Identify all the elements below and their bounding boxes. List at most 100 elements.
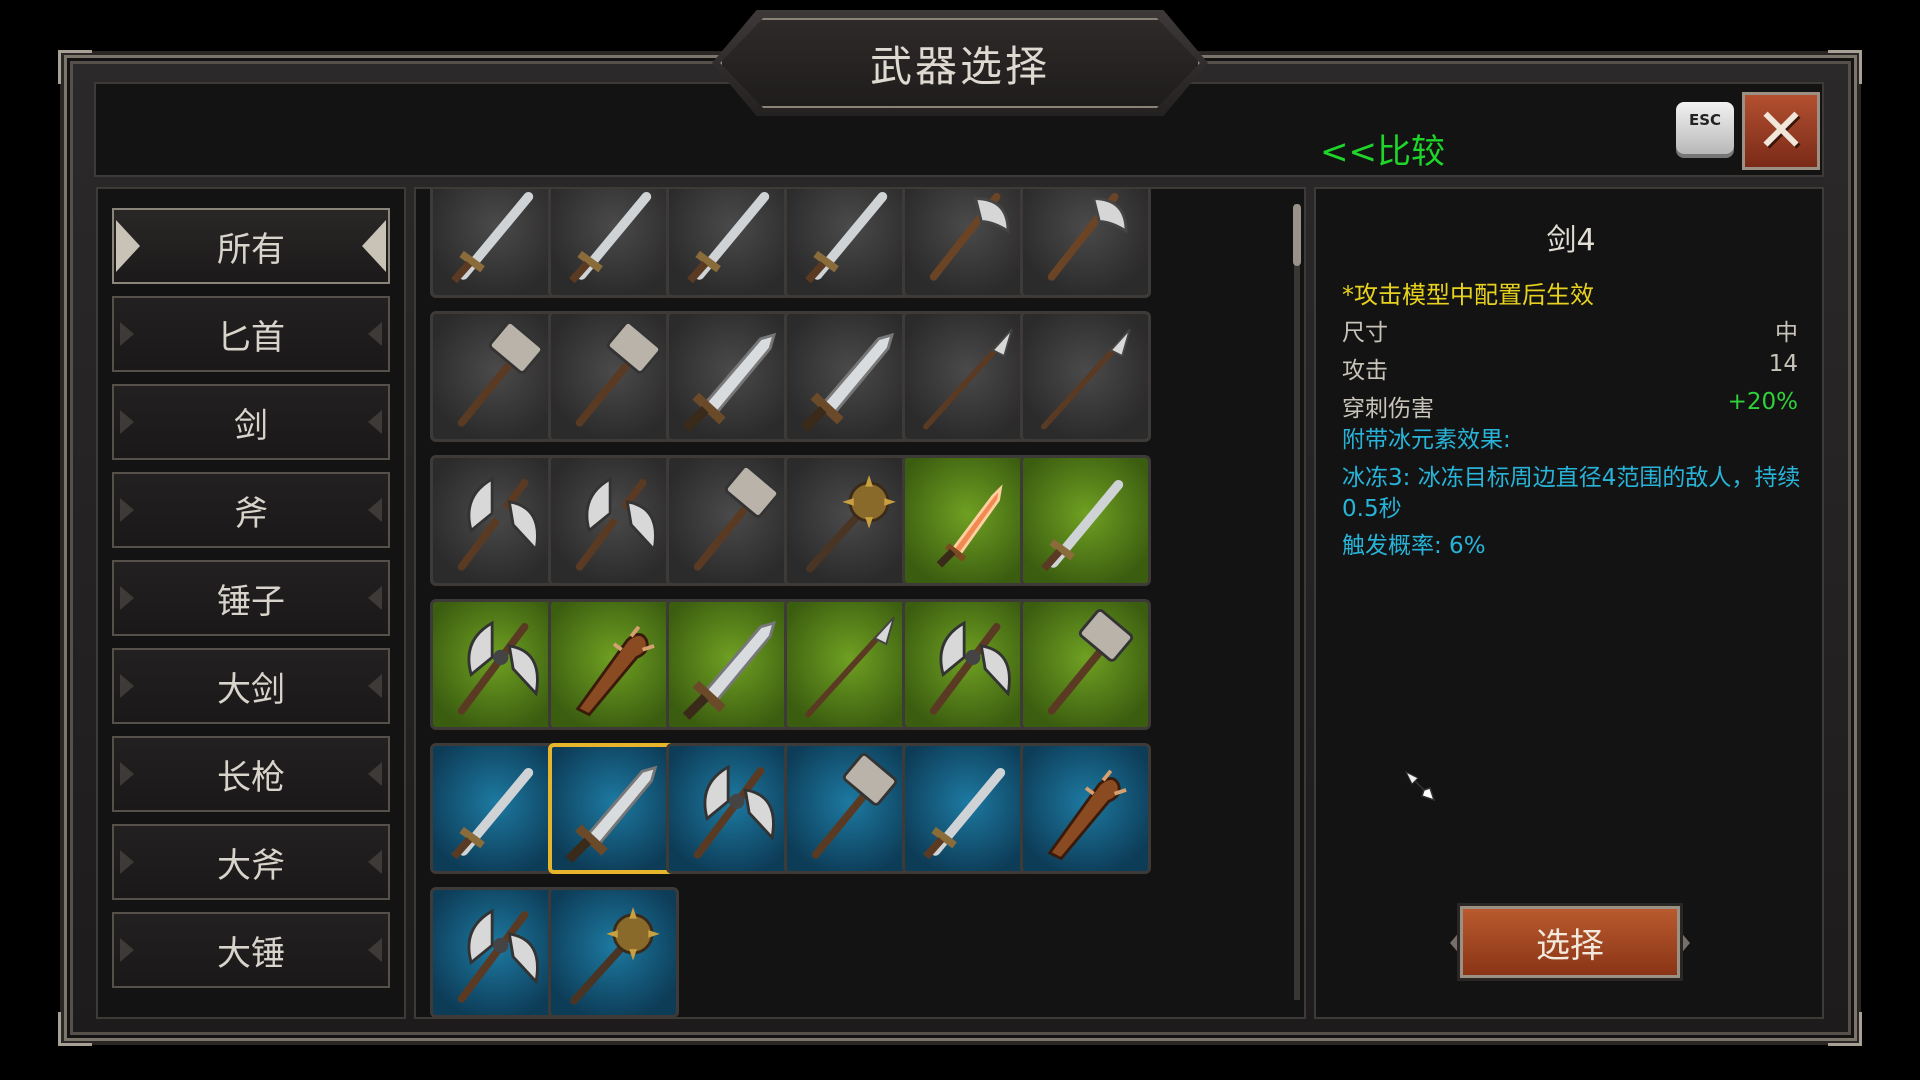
weapon-slot[interactable] — [902, 743, 1033, 874]
weapon-slot[interactable] — [784, 743, 915, 874]
weapon-slot[interactable] — [784, 311, 915, 442]
weapon-slot[interactable] — [430, 887, 561, 1017]
weapon-slot[interactable] — [1020, 599, 1151, 730]
effect-description: 冰冻3: 冰冻目标周边直径4范围的敌人，持续0.5秒 — [1342, 465, 1801, 522]
config-note: *攻击模型中配置后生效 — [1342, 281, 1594, 309]
stat-value: 14 — [1768, 351, 1798, 377]
weapon-slot[interactable] — [666, 455, 797, 586]
category-label: 大斧 — [217, 845, 285, 886]
sword-icon — [569, 191, 652, 284]
category-tab-hammer[interactable]: 锤子 — [112, 560, 390, 636]
frame-corner — [58, 1012, 92, 1046]
category-tab-greatsword[interactable]: 大剑 — [112, 648, 390, 724]
weapon-slot[interactable] — [784, 455, 915, 586]
category-tab-sword[interactable]: 剑 — [112, 384, 390, 460]
stat-value: +20% — [1727, 389, 1798, 415]
sword-icon — [1041, 479, 1124, 572]
frame-corner — [58, 50, 92, 84]
greatsword-icon — [682, 620, 777, 720]
weapon-slot[interactable] — [666, 599, 797, 730]
greataxe-icon — [457, 476, 539, 571]
stat-row-attack: 攻击 14 — [1342, 351, 1798, 385]
weapon-slot[interactable] — [1020, 311, 1151, 442]
weapon-slot[interactable] — [902, 189, 1033, 298]
stat-value: 中 — [1775, 320, 1798, 346]
arrow-left-icon — [120, 410, 134, 434]
stat-label: 穿刺伤害 — [1342, 396, 1434, 422]
greataxe-icon — [693, 764, 775, 859]
hammer-icon — [1047, 608, 1134, 715]
weapon-grid — [414, 187, 1306, 1019]
arrow-left-icon — [120, 762, 134, 786]
stat-row-size: 尺寸 中 — [1342, 313, 1798, 347]
weapon-slot[interactable] — [666, 311, 797, 442]
category-tab-greathammer[interactable]: 大锤 — [112, 912, 390, 988]
category-tab-greataxe[interactable]: 大斧 — [112, 824, 390, 900]
category-label: 剑 — [234, 405, 268, 446]
effect-title: 附带冰元素效果: — [1342, 427, 1511, 453]
select-button[interactable]: 选择 — [1460, 906, 1680, 978]
arrow-left-icon — [120, 674, 134, 698]
spear-icon — [923, 328, 1013, 430]
weapon-slot[interactable] — [666, 743, 797, 874]
category-label: 长枪 — [217, 757, 285, 798]
hammer-icon — [457, 320, 544, 427]
arrow-right-icon — [368, 322, 382, 346]
compare-link[interactable]: <<比较 — [1320, 124, 1445, 173]
weapon-slot[interactable] — [1020, 189, 1151, 298]
page-title: 武器选择 — [869, 41, 1050, 91]
weapon-slot[interactable] — [430, 743, 561, 874]
sword-icon — [805, 191, 888, 284]
arrow-right-icon — [368, 850, 382, 874]
weapon-slot[interactable] — [548, 455, 679, 586]
greataxe-icon — [457, 620, 539, 715]
category-tab-axe[interactable]: 斧 — [112, 472, 390, 548]
weapon-slot[interactable] — [548, 743, 679, 874]
mace-icon — [570, 907, 660, 1005]
arrow-left-icon — [120, 938, 134, 962]
hammer-icon — [811, 752, 898, 859]
sword-icon — [451, 191, 534, 284]
scrollbar-thumb[interactable] — [1293, 204, 1301, 266]
category-tab-dagger[interactable]: 匕首 — [112, 296, 390, 372]
close-button[interactable]: ✕ — [1742, 92, 1820, 170]
weapon-slot[interactable] — [548, 311, 679, 442]
sword-icon — [687, 191, 770, 284]
weapon-slot[interactable] — [548, 189, 679, 298]
weapon-slot[interactable] — [548, 599, 679, 730]
weapon-slot[interactable] — [902, 311, 1033, 442]
title-plate: 武器选择 — [712, 10, 1208, 116]
category-tab-spear[interactable]: 长枪 — [112, 736, 390, 812]
frame-corner — [1828, 1012, 1862, 1046]
spear-icon — [805, 616, 895, 718]
greataxe-icon — [457, 908, 539, 1003]
arrow-right-icon — [362, 220, 386, 272]
arrow-right-icon — [368, 938, 382, 962]
greatsword-icon — [682, 332, 777, 432]
weapon-slot[interactable] — [902, 599, 1033, 730]
weapon-slot[interactable] — [784, 189, 915, 298]
arrow-left-icon — [120, 850, 134, 874]
weapon-slot[interactable] — [430, 189, 561, 298]
esc-key-icon[interactable]: ESC — [1676, 102, 1734, 154]
arrow-left-icon — [120, 586, 134, 610]
category-tab-all[interactable]: 所有 — [112, 208, 390, 284]
weapon-slot[interactable] — [666, 189, 797, 298]
weapon-detail-panel: 剑4 *攻击模型中配置后生效 尺寸 中 攻击 14 穿刺伤害 +20% 附带冰元… — [1314, 187, 1824, 1019]
scrollbar-track[interactable] — [1294, 204, 1300, 1000]
category-label: 所有 — [217, 229, 285, 270]
sword-icon — [923, 767, 1006, 860]
weapon-slot[interactable] — [430, 455, 561, 586]
hammer-icon — [575, 320, 662, 427]
weapon-slot[interactable] — [902, 455, 1033, 586]
arrow-left-icon — [120, 498, 134, 522]
weapon-slot[interactable] — [1020, 455, 1151, 586]
club-icon — [575, 625, 655, 717]
weapon-slot[interactable] — [784, 599, 915, 730]
weapon-slot[interactable] — [1020, 743, 1151, 874]
greataxe-icon — [929, 620, 1011, 715]
weapon-slot[interactable] — [430, 599, 561, 730]
weapon-slot[interactable] — [548, 887, 679, 1017]
weapon-slot[interactable] — [430, 311, 561, 442]
trigger-chance: 触发概率: 6% — [1342, 533, 1486, 559]
